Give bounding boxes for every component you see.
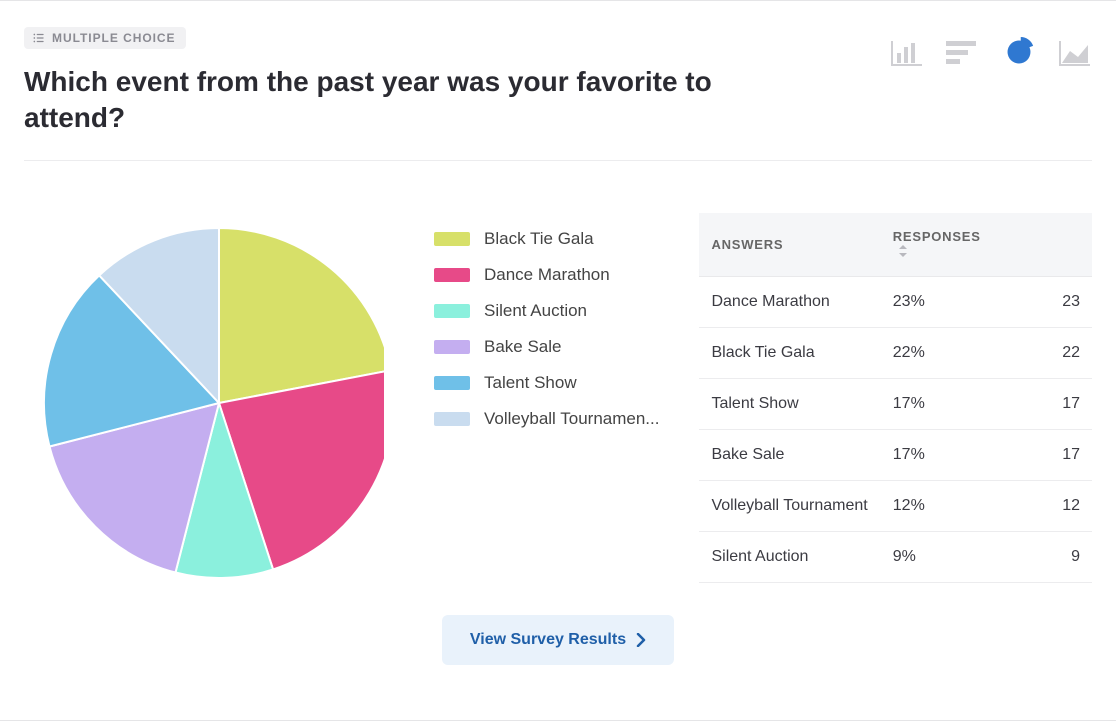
answer-label-cell: Black Tie Gala: [699, 328, 880, 379]
legend-label: Bake Sale: [484, 337, 562, 357]
legend-label: Dance Marathon: [484, 265, 610, 285]
table-row: Dance Marathon23%23: [699, 277, 1092, 328]
legend-item[interactable]: Talent Show: [434, 365, 659, 401]
answer-label-cell: Dance Marathon: [699, 277, 880, 328]
answer-pct-cell: 23%: [881, 277, 999, 328]
legend-item[interactable]: Black Tie Gala: [434, 221, 659, 257]
cta-label: View Survey Results: [470, 631, 626, 649]
pie-chart: [24, 213, 394, 583]
answer-label-cell: Silent Auction: [699, 532, 880, 583]
sort-icon: [899, 245, 907, 260]
legend-item[interactable]: Bake Sale: [434, 329, 659, 365]
answer-label-cell: Bake Sale: [699, 430, 880, 481]
legend-swatch: [434, 376, 470, 390]
answer-label-cell: Volleyball Tournament: [699, 481, 880, 532]
cta-wrap: View Survey Results: [24, 615, 1092, 665]
answer-count-cell: 9: [999, 532, 1092, 583]
answer-count-cell: 17: [999, 430, 1092, 481]
question-type-tag: MULTIPLE CHOICE: [24, 27, 186, 49]
table-row: Volleyball Tournament12%12: [699, 481, 1092, 532]
question-type-label: MULTIPLE CHOICE: [52, 31, 176, 45]
view-survey-results-button[interactable]: View Survey Results: [442, 615, 674, 665]
legend-item[interactable]: Volleyball Tournamen...: [434, 401, 659, 437]
answers-column-header[interactable]: ANSWERS: [699, 213, 880, 277]
pie-chart-icon[interactable]: [1002, 33, 1036, 67]
legend-item[interactable]: Silent Auction: [434, 293, 659, 329]
legend-swatch: [434, 232, 470, 246]
results-content: Black Tie GalaDance MarathonSilent Aucti…: [24, 169, 1092, 583]
legend-swatch: [434, 304, 470, 318]
survey-results-card: MULTIPLE CHOICE: [0, 0, 1116, 721]
table-row: Bake Sale17%17: [699, 430, 1092, 481]
question-title: Which event from the past year was your …: [24, 64, 724, 137]
legend-item[interactable]: Dance Marathon: [434, 257, 659, 293]
answer-pct-cell: 17%: [881, 379, 999, 430]
answer-pct-cell: 12%: [881, 481, 999, 532]
chart-type-toolbar: [890, 27, 1092, 67]
list-icon: [32, 31, 46, 45]
responses-table: ANSWERS RESPONSES Dance Marathon23%23Bla…: [699, 213, 1092, 583]
responses-column-header[interactable]: RESPONSES: [881, 213, 999, 277]
answer-label-cell: Talent Show: [699, 379, 880, 430]
answer-pct-cell: 9%: [881, 532, 999, 583]
legend-label: Talent Show: [484, 373, 577, 393]
table-row: Silent Auction9%9: [699, 532, 1092, 583]
area-chart-icon[interactable]: [1058, 33, 1092, 67]
answer-count-cell: 17: [999, 379, 1092, 430]
chevron-right-icon: [636, 633, 646, 647]
bar-chart-icon[interactable]: [946, 33, 980, 67]
legend-swatch: [434, 340, 470, 354]
legend-label: Volleyball Tournamen...: [484, 409, 659, 429]
answer-count-cell: 22: [999, 328, 1092, 379]
legend-swatch: [434, 268, 470, 282]
legend-label: Silent Auction: [484, 301, 587, 321]
column-chart-icon[interactable]: [890, 33, 924, 67]
table-row: Talent Show17%17: [699, 379, 1092, 430]
header-divider: [24, 160, 1092, 161]
table-row: Black Tie Gala22%22: [699, 328, 1092, 379]
legend-label: Black Tie Gala: [484, 229, 594, 249]
legend-swatch: [434, 412, 470, 426]
answer-pct-cell: 22%: [881, 328, 999, 379]
answer-count-cell: 12: [999, 481, 1092, 532]
pie-legend: Black Tie Gala Dance Marathon Silent Aucti…: [434, 213, 659, 437]
answer-count-cell: 23: [999, 277, 1092, 328]
answer-pct-cell: 17%: [881, 430, 999, 481]
